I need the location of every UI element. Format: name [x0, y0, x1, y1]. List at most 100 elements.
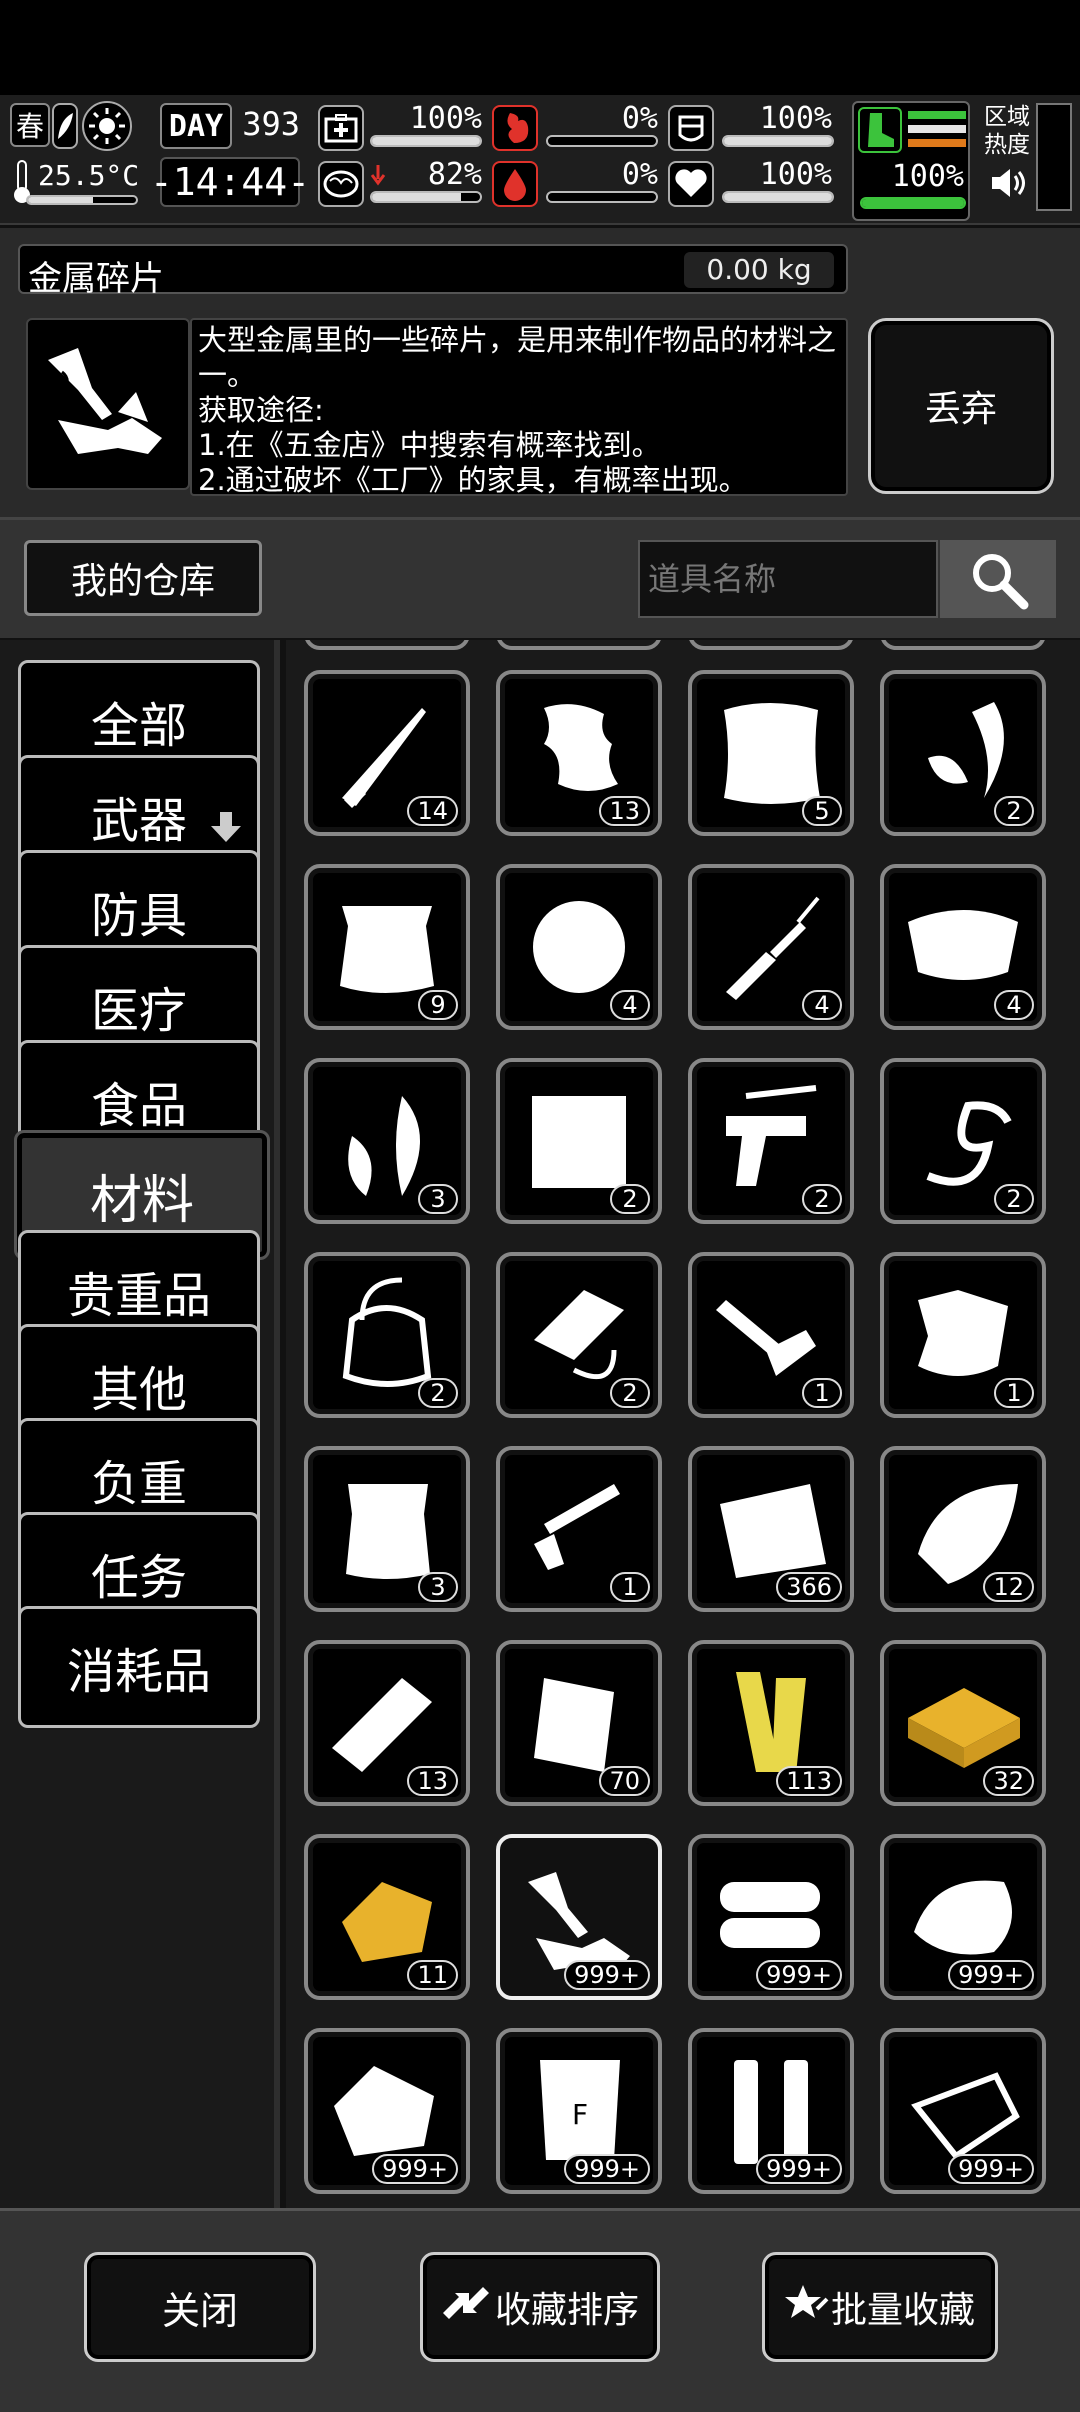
item-count-badge: 999+ [564, 1960, 650, 1990]
metal-fragment-icon [26, 318, 190, 490]
hunger-value: 0% [621, 101, 658, 136]
hud-bar: 春 25.5°C DAY 393 -14:44- 100% 82% 0% 0% … [0, 95, 1080, 225]
inventory-item[interactable]: 32 [880, 1640, 1046, 1806]
armor-bar [722, 135, 834, 147]
item-count-badge: 999+ [948, 2154, 1034, 2184]
item-description: 大型金属里的一些碎片，是用来制作物品的材料之一。 获取途径: 1.在《五金店》中… [190, 318, 848, 497]
item-title-bar: 金属碎片 0.00 kg [18, 244, 848, 299]
inventory-item[interactable]: 4 [496, 864, 662, 1030]
inventory-item[interactable]: 3 [304, 1446, 470, 1612]
category-consumables[interactable]: 消耗品 [18, 1606, 260, 1728]
inventory-item[interactable]: 999+ [688, 1834, 854, 2000]
region-heat-meter [1036, 103, 1072, 211]
clock-time: -14:44- [150, 157, 310, 207]
down-arrow-icon [370, 165, 386, 189]
health-bar [370, 135, 482, 147]
favorite-sort-button[interactable]: 收藏排序 [420, 2252, 660, 2362]
inventory-item[interactable]: 9 [304, 864, 470, 1030]
inventory-item[interactable]: 2 [304, 1252, 470, 1418]
medkit-icon [318, 105, 364, 151]
item-count-badge: 999+ [564, 2154, 650, 2184]
inventory-item[interactable]: 2 [496, 1058, 662, 1224]
inventory-item[interactable]: 1 [688, 1252, 854, 1418]
stamina-bar [860, 197, 966, 209]
category-sidebar[interactable]: 全部 武器 防具 医疗 食品 材料 贵重品 其他 负重 任务 消耗品 [0, 640, 280, 2208]
stamina-value: 100% [891, 159, 964, 194]
item-count-badge: 1 [610, 1572, 650, 1602]
inventory-item[interactable]: 366 [688, 1446, 854, 1612]
item-count-badge: 9 [418, 990, 458, 1020]
inventory-item[interactable]: 2 [688, 1058, 854, 1224]
inventory-item[interactable]: 4 [880, 864, 1046, 1030]
inventory-item[interactable]: 1 [880, 1252, 1046, 1418]
inventory-item[interactable]: 2 [496, 1252, 662, 1418]
inventory-item[interactable]: 4 [688, 864, 854, 1030]
item-count-badge: 999+ [948, 1960, 1034, 1990]
item-count-badge: 3 [418, 1184, 458, 1214]
item-count-badge: 32 [983, 1766, 1034, 1796]
thirst-value: 0% [621, 157, 658, 192]
swap-arrows-icon [441, 2283, 491, 2332]
inventory-item[interactable]: 3 [304, 1058, 470, 1224]
inventory-item[interactable]: 113 [688, 1640, 854, 1806]
svg-text:F: F [572, 2098, 588, 2131]
speaker-icon[interactable] [988, 163, 1028, 203]
favorite-sort-label: 收藏排序 [494, 2290, 639, 2331]
day-value: 393 [242, 105, 300, 143]
inventory-item[interactable]: 2 [880, 670, 1046, 836]
sun-icon [82, 101, 132, 151]
inventory-item[interactable]: 999+ [688, 2028, 854, 2194]
system-status-bar [0, 0, 1080, 95]
stamina-level-1 [908, 111, 966, 119]
batch-favorite-button[interactable]: 批量收藏 [762, 2252, 998, 2362]
close-button[interactable]: 关闭 [84, 2252, 316, 2362]
item-search-input[interactable] [638, 540, 938, 618]
item-count-badge: 4 [994, 990, 1034, 1020]
item-count-badge: 3 [418, 1572, 458, 1602]
inventory-item[interactable]: 70 [496, 1640, 662, 1806]
item-count-badge: 13 [407, 1766, 458, 1796]
item-count-badge: 14 [407, 796, 458, 826]
my-warehouse-tab[interactable]: 我的仓库 [24, 540, 262, 616]
discard-button[interactable]: 丢弃 [868, 318, 1054, 494]
item-count-badge: 2 [802, 1184, 842, 1214]
item-count-badge: 1 [802, 1378, 842, 1408]
leaf-icon [52, 103, 78, 149]
item-count-badge: 999+ [372, 2154, 458, 2184]
stamina-panel: 100% [852, 101, 970, 221]
inventory-item[interactable]: F 999+ [496, 2028, 662, 2194]
region-heat-label: 区域热度 [984, 104, 1030, 158]
inventory-item[interactable]: 1 [496, 1446, 662, 1612]
brain-bar [370, 191, 482, 203]
item-count-badge: 1 [994, 1378, 1034, 1408]
item-count-badge: 113 [776, 1766, 842, 1796]
blood-drop-icon [492, 161, 538, 207]
inventory-item[interactable]: 13 [304, 1640, 470, 1806]
item-count-badge: 366 [776, 1572, 842, 1602]
heart-bar [722, 191, 834, 203]
inventory-item[interactable]: 5 [688, 670, 854, 836]
heart-value: 100% [759, 157, 832, 192]
arrow-down-icon [209, 800, 243, 856]
boot-icon [858, 107, 902, 153]
inventory-item[interactable]: 999+ [304, 2028, 470, 2194]
brain-icon [318, 161, 364, 207]
inventory-item[interactable]: 12 [880, 1446, 1046, 1612]
brain-value: 82% [427, 157, 482, 192]
day-label: DAY [160, 103, 232, 149]
item-count-badge: 2 [994, 796, 1034, 826]
item-weight: 0.00 kg [684, 252, 834, 288]
stamina-level-3 [908, 139, 966, 147]
inventory-item[interactable]: 999+ [496, 1834, 662, 2000]
inventory-item[interactable]: 999+ [880, 1834, 1046, 2000]
star-icon [784, 2283, 829, 2332]
inventory-item[interactable]: 13 [496, 670, 662, 836]
inventory-item[interactable]: 14 [304, 670, 470, 836]
search-button[interactable] [940, 540, 1056, 618]
inventory-item[interactable]: 999+ [880, 2028, 1046, 2194]
item-count-badge: 2 [610, 1378, 650, 1408]
inventory-item[interactable]: 11 [304, 1834, 470, 2000]
inventory-item[interactable]: 2 [880, 1058, 1046, 1224]
inventory-grid[interactable]: 14 13 5 2 9 4 4 4 3 2 2 2 2 2 1 1 3 1 366 12 13 70 113 32 11 999+… [286, 640, 1080, 2208]
item-count-badge: 999+ [756, 2154, 842, 2184]
